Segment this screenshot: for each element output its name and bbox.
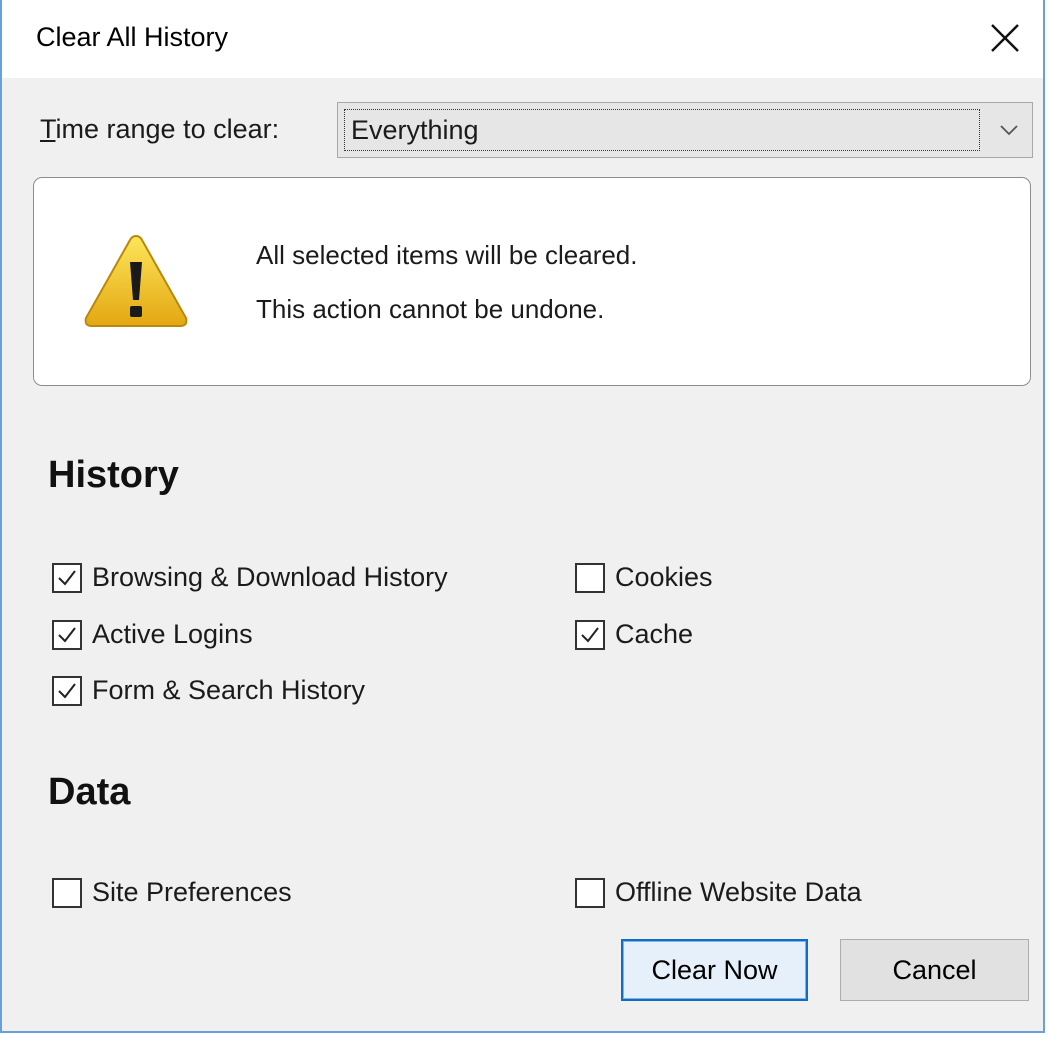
close-icon (991, 24, 1019, 52)
checkbox-site-preferences[interactable]: Site Preferences (52, 877, 292, 908)
checkbox-label: Form & Search History (92, 675, 366, 705)
time-range-select[interactable]: Everything (337, 102, 1033, 158)
checkbox-box[interactable] (52, 877, 82, 908)
dialog-title: Clear All History (36, 22, 229, 52)
time-range-label-text: ime range to clear: (55, 114, 280, 144)
time-range-label: Time range to clear: (40, 114, 279, 145)
checkbox-label: Cookies (615, 562, 713, 592)
checkbox-form-search-history[interactable]: Form & Search History (52, 675, 365, 706)
history-heading: History (48, 454, 179, 496)
warning-text-line2: This action cannot be undone. (256, 294, 605, 324)
data-heading: Data (48, 771, 131, 813)
checkbox-browsing-download-history[interactable]: Browsing & Download History (52, 562, 448, 593)
checkmark-icon (58, 626, 76, 643)
checkbox-label: Offline Website Data (615, 877, 862, 907)
checkbox-label: Active Logins (92, 619, 253, 649)
clear-now-button[interactable]: Clear Now (621, 939, 808, 1001)
chevron-down-icon (1000, 125, 1018, 136)
checkbox-label: Cache (615, 619, 694, 649)
checkbox-box[interactable] (575, 877, 605, 908)
checkbox-box[interactable] (575, 619, 605, 650)
cancel-button[interactable]: Cancel (840, 939, 1029, 1001)
checkmark-icon (581, 626, 599, 643)
close-button[interactable] (981, 14, 1029, 62)
warning-panel: All selected items will be cleared. This… (33, 177, 1031, 386)
clear-history-dialog: Clear All History Time range to clear: E… (0, 0, 1045, 1033)
checkbox-box[interactable] (52, 562, 82, 593)
time-range-label-accesskey: T (40, 114, 56, 144)
time-range-value: Everything (344, 109, 980, 151)
checkmark-icon (58, 682, 76, 699)
checkbox-cache[interactable]: Cache (575, 619, 693, 650)
checkbox-box[interactable] (52, 675, 82, 706)
checkbox-cookies[interactable]: Cookies (575, 562, 713, 593)
checkbox-active-logins[interactable]: Active Logins (52, 619, 253, 650)
checkmark-icon (58, 569, 76, 586)
checkbox-offline-website-data[interactable]: Offline Website Data (575, 877, 862, 908)
warning-icon (84, 234, 188, 327)
checkbox-box[interactable] (52, 619, 82, 650)
checkbox-label: Site Preferences (92, 877, 292, 907)
title-bar: Clear All History (2, 0, 1043, 78)
checkbox-label: Browsing & Download History (92, 562, 448, 592)
warning-text-line1: All selected items will be cleared. (256, 240, 638, 270)
checkbox-box[interactable] (575, 562, 605, 593)
